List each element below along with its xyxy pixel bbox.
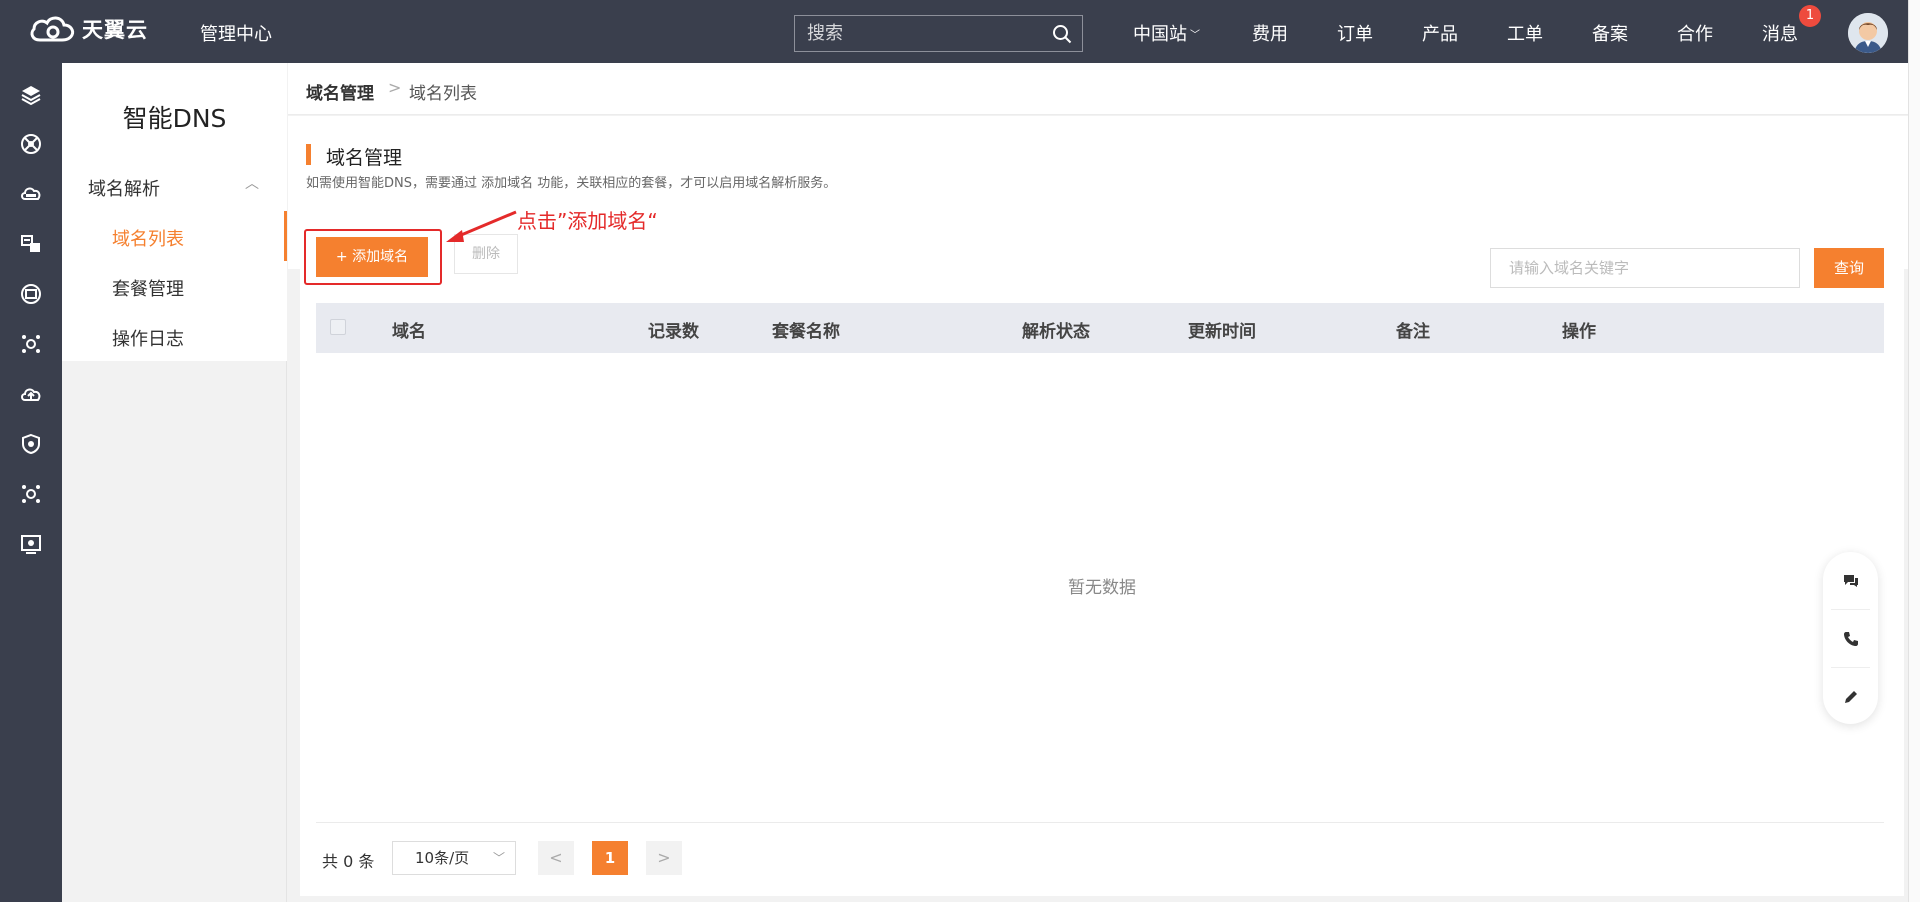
annotation-arrow-icon: [446, 210, 517, 242]
brand-name: 天翼云: [82, 18, 148, 42]
column-header-update-time: 更新时间: [1188, 322, 1256, 342]
table-header: 域名 记录数 套餐名称 解析状态 更新时间 备注 操作: [316, 303, 1884, 353]
hub-icon[interactable]: [18, 481, 44, 507]
chevron-down-icon: ﹀: [492, 851, 505, 865]
sidebar-panel: 智能DNS 域名解析 ︿ 域名列表 套餐管理 操作日志: [62, 63, 287, 361]
dns-sidebar: 智能DNS 域名解析 ︿ 域名列表 套餐管理 操作日志: [62, 63, 287, 902]
add-domain-button[interactable]: + 添加域名: [316, 237, 428, 277]
main-content: 域名管理 > 域名列表 域名管理 如需使用智能DNS，需要通过 添加域名 功能，…: [288, 63, 1908, 902]
chevron-down-icon: ﹀: [1190, 30, 1200, 41]
management-center-link[interactable]: 管理中心: [200, 20, 272, 46]
select-all-checkbox[interactable]: [330, 319, 346, 335]
sidebar-title: 智能DNS: [122, 104, 227, 133]
breadcrumb: 域名管理 > 域名列表: [288, 63, 1908, 115]
monitor-icon[interactable]: [18, 531, 44, 557]
next-page-button[interactable]: >: [646, 841, 682, 875]
total-count: 共 0 条: [322, 852, 375, 871]
user-avatar[interactable]: [1848, 13, 1888, 53]
page-number-current[interactable]: 1: [592, 841, 628, 875]
column-header-plan-name: 套餐名称: [772, 322, 840, 342]
global-search[interactable]: [794, 15, 1083, 52]
hub-icon[interactable]: [18, 331, 44, 357]
page-scrollbar[interactable]: [1908, 0, 1920, 902]
floating-toolbar: [1823, 552, 1878, 724]
sidebar-group-dns-resolution[interactable]: 域名解析: [88, 175, 160, 201]
nav-orders[interactable]: 订单: [1337, 20, 1373, 46]
domain-keyword-input[interactable]: [1490, 248, 1800, 288]
translate-icon[interactable]: [18, 231, 44, 257]
chat-icon[interactable]: [1823, 552, 1878, 609]
nav-tickets[interactable]: 工单: [1507, 20, 1543, 46]
cloud-host-icon[interactable]: [18, 181, 44, 207]
search-input[interactable]: [795, 16, 1035, 51]
column-header-actions: 操作: [1562, 322, 1596, 342]
nav-fees[interactable]: 费用: [1252, 20, 1288, 46]
empty-state-text: 暂无数据: [1068, 578, 1136, 598]
annotation-text: 点击”添加域名“: [517, 209, 658, 233]
sidebar-item-operation-log[interactable]: 操作日志: [112, 325, 184, 351]
region-label: 中国站: [1133, 24, 1187, 45]
column-header-remarks: 备注: [1396, 322, 1430, 342]
shield-icon[interactable]: [18, 431, 44, 457]
cloud-logo-icon: [30, 16, 75, 42]
page-size-select[interactable]: 10条/页 ﹀: [392, 841, 516, 875]
cloud-upload-icon[interactable]: [18, 381, 44, 407]
column-header-resolution-status: 解析状态: [1022, 322, 1090, 342]
breadcrumb-current: 域名列表: [409, 84, 477, 104]
storage-icon[interactable]: [18, 281, 44, 307]
top-bar: 天翼云 管理中心 中国站﹀ 费用 订单 产品 工单 备案 合作 消息 1: [0, 0, 1920, 63]
divider: [316, 822, 1884, 823]
region-selector[interactable]: 中国站 ﹀: [1133, 20, 1200, 46]
layers-icon[interactable]: [18, 82, 44, 108]
page-description: 如需使用智能DNS，需要通过 添加域名 功能，关联相应的套餐，才可以启用域名解析…: [306, 176, 837, 191]
chevron-right-icon: >: [388, 78, 402, 97]
edit-icon[interactable]: [1823, 668, 1878, 725]
active-indicator: [284, 211, 287, 261]
message-count-badge: 1: [1799, 5, 1821, 27]
sidebar-item-domain-list[interactable]: 域名列表: [112, 225, 184, 251]
phone-icon[interactable]: [1823, 610, 1878, 667]
page-title: 域名管理: [326, 147, 403, 169]
column-header-domain: 域名: [392, 322, 426, 342]
brand-logo[interactable]: 天翼云: [28, 13, 148, 45]
query-button[interactable]: 查询: [1814, 248, 1884, 288]
nav-cooperation[interactable]: 合作: [1677, 20, 1713, 46]
network-icon[interactable]: [18, 131, 44, 157]
title-accent-bar: [306, 144, 311, 165]
search-icon[interactable]: [1052, 24, 1072, 48]
pagination: 共 0 条 10条/页 ﹀ < 1 >: [300, 838, 1904, 878]
sidebar-item-plan-management[interactable]: 套餐管理: [112, 275, 184, 301]
prev-page-button[interactable]: <: [538, 841, 574, 875]
domain-list-card: + 添加域名 删除 点击”添加域名“ 查询 域名 记录数 套餐名称 解析状态 更…: [300, 209, 1904, 896]
breadcrumb-parent[interactable]: 域名管理: [306, 79, 374, 104]
nav-messages[interactable]: 消息: [1762, 20, 1798, 46]
nav-products[interactable]: 产品: [1422, 20, 1458, 46]
nav-filing[interactable]: 备案: [1592, 20, 1628, 46]
product-rail: [0, 63, 62, 902]
column-header-record-count: 记录数: [648, 322, 699, 342]
page-size-value: 10条/页: [415, 849, 470, 867]
chevron-up-icon[interactable]: ︿: [245, 173, 259, 193]
